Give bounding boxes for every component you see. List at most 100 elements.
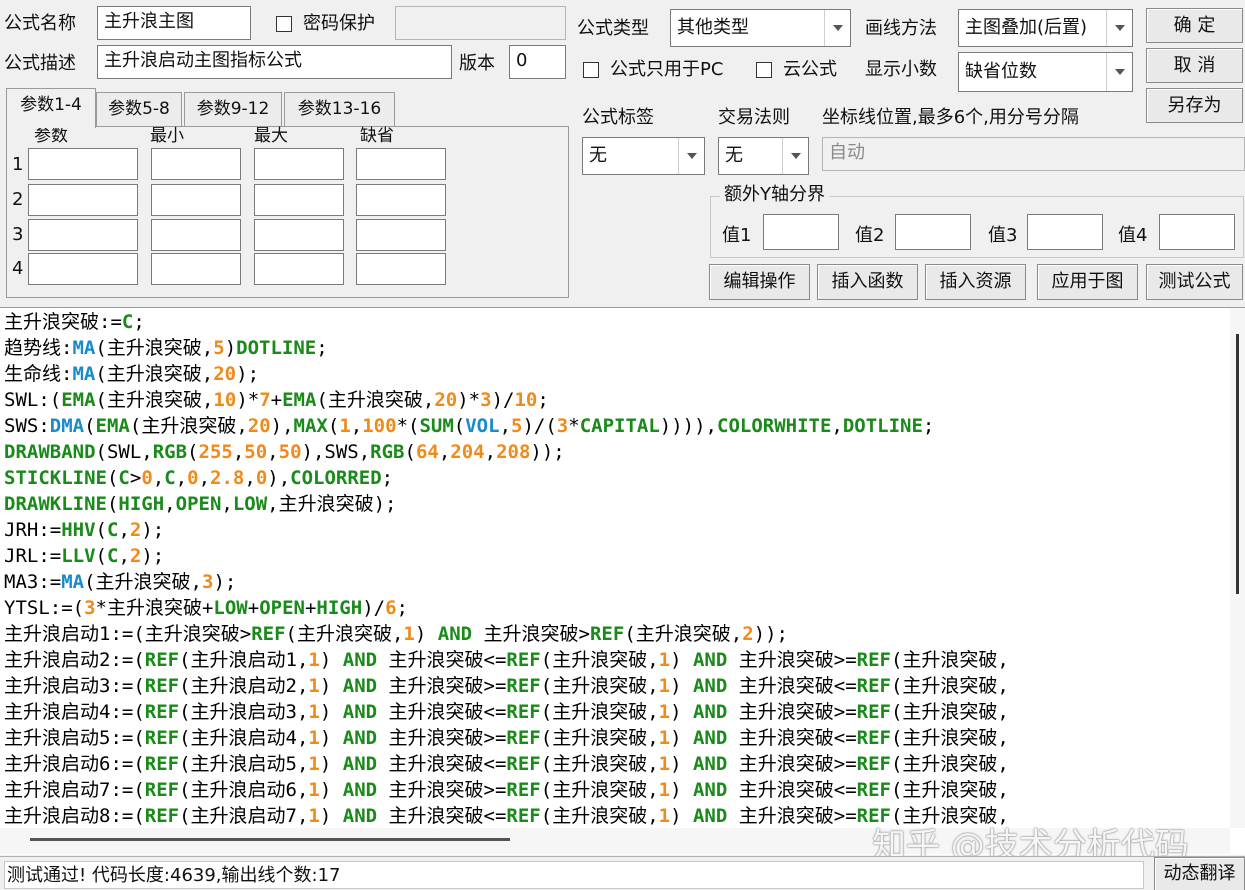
code-token: )* bbox=[236, 389, 260, 411]
decimals-select[interactable]: 缺省位数 bbox=[958, 52, 1133, 92]
tab-params-9-12[interactable]: 参数9-12 bbox=[184, 92, 282, 126]
dynamic-translate-button[interactable]: 动态翻译 bbox=[1154, 857, 1245, 890]
vertical-scroll-thumb[interactable] bbox=[1236, 334, 1239, 594]
code-token: EMA bbox=[95, 415, 130, 437]
code-token: REF bbox=[506, 805, 541, 827]
code-token: )); bbox=[753, 623, 788, 645]
code-token: + bbox=[304, 597, 317, 619]
code-token: ; bbox=[316, 337, 328, 359]
code-token: REF bbox=[144, 649, 180, 671]
chevron-down-icon bbox=[678, 138, 704, 174]
code-token: LOW bbox=[232, 493, 268, 515]
param-name-input[interactable] bbox=[28, 184, 138, 216]
code-token: *( bbox=[396, 415, 420, 437]
code-token: , bbox=[118, 519, 130, 541]
value4-input[interactable] bbox=[1159, 214, 1235, 250]
param-max-input[interactable] bbox=[254, 184, 344, 216]
code-token: * bbox=[568, 415, 580, 437]
tab-params-13-16[interactable]: 参数13-16 bbox=[284, 92, 395, 126]
code-editor[interactable]: 主升浪突破:=C; 趋势线:MA(主升浪突破,5)DOTLINE; 生命线:MA(主… bbox=[0, 307, 1245, 855]
code-token: )/( bbox=[522, 415, 557, 437]
code-token: 1 bbox=[308, 675, 320, 697]
version-input[interactable]: 0 bbox=[509, 45, 566, 79]
value1-input[interactable] bbox=[763, 214, 839, 250]
edit-ops-button[interactable]: 编辑操作 bbox=[709, 264, 810, 300]
code-token: , bbox=[164, 493, 176, 515]
code-token: AND bbox=[692, 779, 728, 801]
cancel-button[interactable]: 取 消 bbox=[1146, 48, 1243, 83]
formula-type-select[interactable]: 其他类型 bbox=[670, 9, 851, 47]
code-token: (主升浪突破, bbox=[540, 727, 659, 749]
code-token: 主升浪启动8:=( bbox=[4, 805, 145, 827]
code-token: REF bbox=[506, 753, 541, 775]
param-default-input[interactable] bbox=[356, 184, 446, 216]
value2-input[interactable] bbox=[895, 214, 971, 250]
axis-input[interactable]: 自动 bbox=[822, 137, 1245, 171]
tab-params-5-8[interactable]: 参数5-8 bbox=[96, 92, 182, 126]
code-token: ) bbox=[319, 805, 343, 827]
code-token: 主升浪突破<= bbox=[727, 727, 857, 749]
horizontal-scroll-thumb[interactable] bbox=[30, 838, 510, 841]
code-token: 主升浪突破>= bbox=[377, 779, 507, 801]
code-token: ) bbox=[670, 701, 693, 723]
code-token: (主升浪突破, bbox=[95, 389, 214, 411]
param-max-input[interactable] bbox=[254, 148, 344, 180]
param-name-input[interactable] bbox=[28, 148, 138, 180]
param-name-input[interactable] bbox=[28, 219, 138, 251]
param-min-input[interactable] bbox=[151, 148, 241, 180]
code-token: REF bbox=[506, 649, 541, 671]
code-line: 主升浪启动2:=(REF(主升浪启动1,1) AND 主升浪突破<=REF(主升… bbox=[4, 647, 1224, 673]
code-token: , bbox=[267, 441, 279, 463]
insert-function-button[interactable]: 插入函数 bbox=[817, 264, 918, 300]
code-line: 主升浪启动5:=(REF(主升浪启动4,1) AND 主升浪突破>=REF(主升… bbox=[4, 725, 1224, 751]
tag-value: 无 bbox=[589, 145, 607, 166]
vertical-scrollbar[interactable] bbox=[1230, 308, 1245, 828]
code-token: ) bbox=[319, 701, 343, 723]
trade-rule-select[interactable]: 无 bbox=[718, 137, 809, 175]
code-token: , bbox=[118, 545, 130, 567]
code-token: ) bbox=[319, 753, 343, 775]
save-as-button[interactable]: 另存为 bbox=[1146, 88, 1243, 123]
pc-only-checkbox[interactable] bbox=[583, 62, 599, 78]
param-max-input[interactable] bbox=[254, 219, 344, 251]
trade-rule-value: 无 bbox=[725, 145, 743, 166]
code-token: (主升浪突破, bbox=[890, 753, 1009, 775]
code-token: , bbox=[499, 415, 512, 437]
formula-name-input[interactable]: 主升浪主图 bbox=[97, 6, 251, 40]
param-default-input[interactable] bbox=[356, 148, 446, 180]
code-token: , bbox=[350, 415, 363, 437]
tag-select[interactable]: 无 bbox=[582, 137, 705, 175]
value3-input[interactable] bbox=[1027, 214, 1103, 250]
param-max-input[interactable] bbox=[254, 253, 344, 285]
code-token: , bbox=[484, 441, 497, 463]
formula-desc-input[interactable]: 主升浪启动主图指标公式 bbox=[97, 45, 452, 79]
param-min-input[interactable] bbox=[151, 253, 241, 285]
code-token: MAX bbox=[293, 415, 328, 437]
code-token: ) bbox=[670, 649, 693, 671]
code-token: , bbox=[198, 467, 211, 489]
apply-to-chart-button[interactable]: 应用于图 bbox=[1037, 264, 1138, 300]
code-token: ) bbox=[670, 805, 693, 827]
insert-resource-button[interactable]: 插入资源 bbox=[925, 264, 1026, 300]
code-token: AND bbox=[692, 727, 728, 749]
code-token: AND bbox=[342, 649, 378, 671]
param-name-input[interactable] bbox=[28, 253, 138, 285]
cloud-checkbox[interactable] bbox=[756, 62, 772, 78]
ok-button[interactable]: 确 定 bbox=[1146, 8, 1243, 43]
code-token: REF bbox=[506, 701, 541, 723]
draw-method-select[interactable]: 主图叠加(后置) bbox=[958, 9, 1133, 47]
param-default-input[interactable] bbox=[356, 219, 446, 251]
param-min-input[interactable] bbox=[151, 184, 241, 216]
tab-params-1-4[interactable]: 参数1-4 bbox=[6, 88, 96, 128]
code-token: 2.8 bbox=[210, 467, 245, 489]
code-token: 3 bbox=[480, 389, 492, 411]
code-token: 主升浪突破>= bbox=[377, 727, 507, 749]
test-formula-button[interactable]: 测试公式 bbox=[1146, 264, 1243, 300]
password-checkbox[interactable] bbox=[276, 16, 292, 32]
code-token: 1 bbox=[308, 727, 320, 749]
param-min-input[interactable] bbox=[151, 219, 241, 251]
code-token: , bbox=[152, 467, 165, 489]
password-input[interactable] bbox=[395, 6, 566, 40]
param-default-input[interactable] bbox=[356, 253, 446, 285]
code-token: AND bbox=[437, 623, 473, 645]
